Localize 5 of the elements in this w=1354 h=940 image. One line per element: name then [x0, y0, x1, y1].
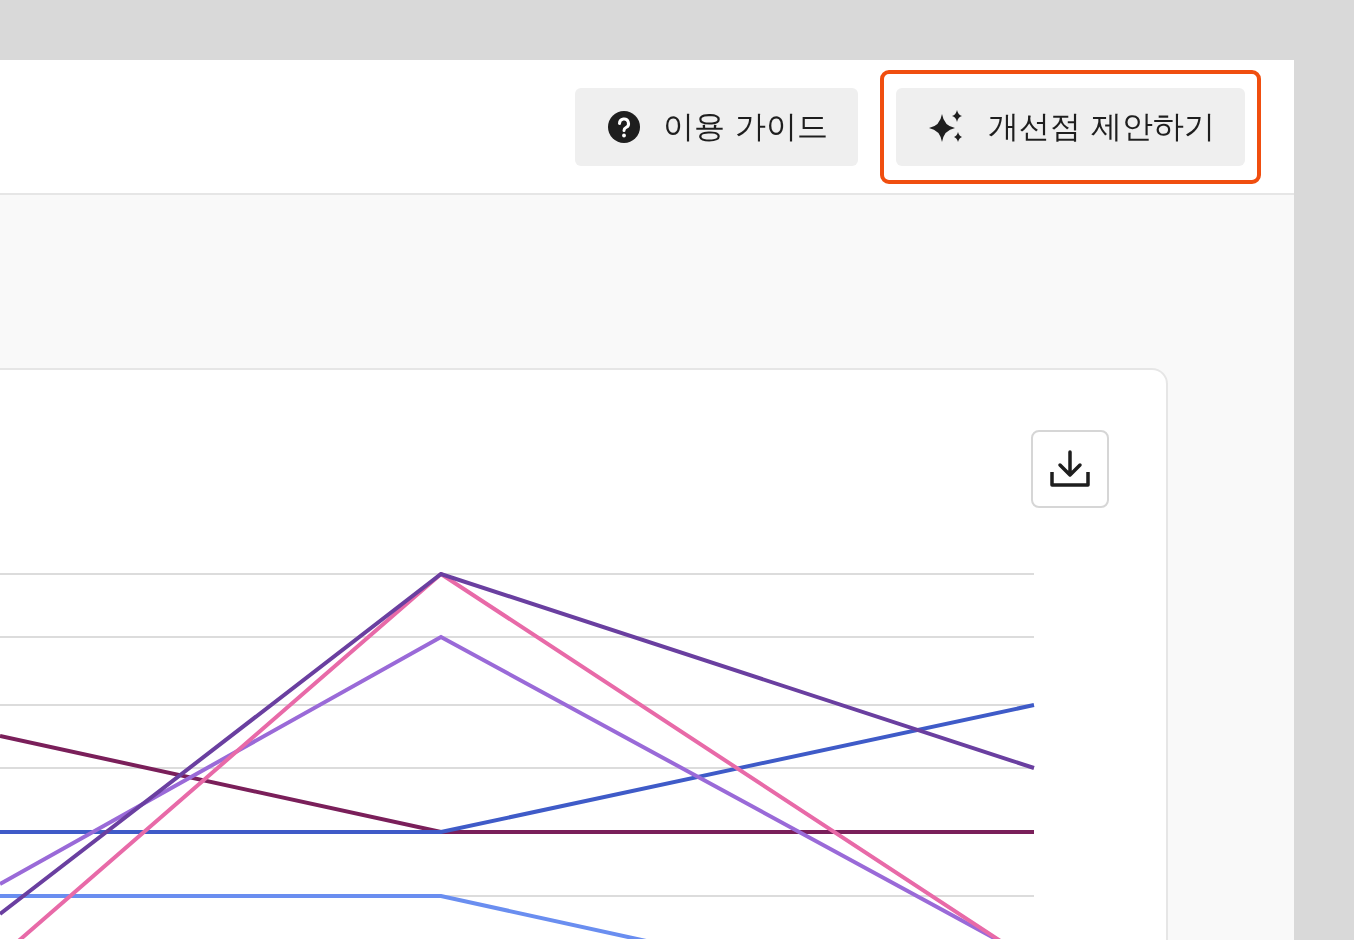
guide-button[interactable]: 이용 가이드 [575, 87, 859, 166]
suggest-button[interactable]: 개선점 제안하기 [896, 87, 1245, 166]
download-button[interactable] [1031, 430, 1109, 508]
help-icon [607, 109, 642, 144]
download-icon [1049, 450, 1091, 488]
